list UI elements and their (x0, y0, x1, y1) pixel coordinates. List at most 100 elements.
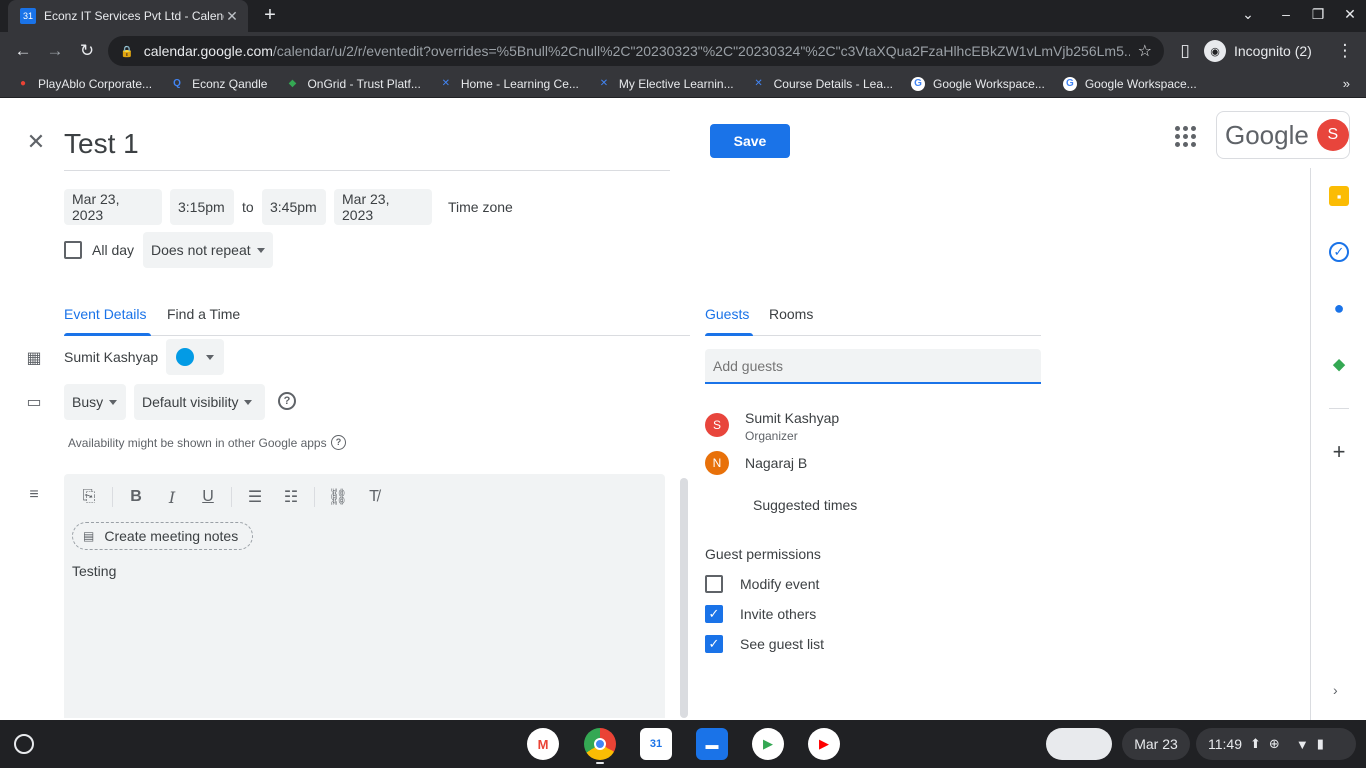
bulleted-list-icon[interactable]: ☷ (278, 484, 304, 510)
reload-icon[interactable]: ↻ (76, 40, 98, 62)
description-text[interactable]: Testing (72, 563, 116, 579)
bookmark-label: Home - Learning Ce... (460, 76, 579, 91)
event-title-input[interactable] (64, 122, 670, 160)
end-time-button[interactable]: 3:45pm (262, 189, 326, 225)
caret-down-icon (206, 354, 214, 360)
guest-avatar: S (705, 413, 729, 437)
italic-icon[interactable]: I (159, 484, 185, 510)
incognito-profile[interactable]: ◉ Incognito (2) (1204, 38, 1312, 64)
minimize-icon[interactable]: – (1276, 6, 1296, 22)
calendar-app-icon[interactable]: 31 (640, 728, 672, 760)
numbered-list-icon[interactable]: ☰ (242, 484, 268, 510)
status-tray[interactable]: 11:49 ⬆ ⊕ ▼ ▮ (1196, 728, 1356, 760)
back-icon[interactable]: ← (12, 40, 34, 62)
save-button[interactable]: Save (710, 124, 790, 158)
contacts-icon[interactable]: ● (1329, 298, 1349, 318)
lock-icon: 🔒 (120, 45, 134, 58)
tab-strip: 31 Econz IT Services Pvt Ltd - Calendar … (0, 0, 1366, 32)
bookmark-item[interactable]: G Google Workspace... (1062, 76, 1197, 91)
gmail-icon[interactable]: M (527, 728, 559, 760)
youtube-icon[interactable]: ▶ (808, 728, 840, 760)
tote-icon[interactable] (1046, 728, 1112, 760)
google-apps-icon[interactable] (1172, 123, 1196, 147)
time-zone-button[interactable]: Time zone (448, 199, 513, 215)
account-box[interactable]: Google S (1216, 111, 1350, 159)
chrome-icon[interactable] (584, 728, 616, 760)
create-meeting-notes-button[interactable]: ▤ Create meeting notes (72, 522, 254, 550)
bookmark-star-icon[interactable]: ☆ (1138, 41, 1152, 61)
add-addon-icon[interactable]: + (1329, 441, 1349, 463)
browser-tab[interactable]: 31 Econz IT Services Pvt Ltd - Calendar … (8, 0, 248, 32)
bookmark-label: My Elective Learnin... (618, 76, 734, 91)
invite-others-checkbox[interactable]: ✓ (705, 605, 723, 623)
files-icon[interactable]: ▬ (696, 728, 728, 760)
address-bar[interactable]: 🔒 calendar.google.com/calendar/u/2/r/eve… (108, 36, 1164, 66)
event-title-field[interactable] (64, 122, 670, 171)
bold-icon[interactable]: B (123, 484, 149, 510)
close-icon[interactable]: ✕ (24, 130, 48, 154)
caret-down-icon (244, 399, 253, 405)
busy-dropdown[interactable]: Busy (64, 384, 126, 420)
visibility-dropdown[interactable]: Default visibility (134, 384, 265, 420)
chevron-right-icon[interactable]: › (1333, 682, 1338, 698)
underline-icon[interactable]: U (195, 484, 221, 510)
see-guest-list-checkbox[interactable]: ✓ (705, 635, 723, 653)
link-icon[interactable]: ⛓ (325, 484, 351, 510)
restore-icon[interactable]: ❐ (1308, 6, 1328, 23)
tab-rooms[interactable]: Rooms (769, 306, 813, 322)
guest-name[interactable]: Nagaraj B (745, 455, 807, 471)
all-day-checkbox[interactable] (64, 241, 82, 259)
attachment-icon[interactable]: ⎘ (76, 484, 102, 510)
tab-close-icon[interactable]: ✕ (224, 8, 240, 25)
modify-event-label: Modify event (740, 576, 820, 592)
tab-search-icon[interactable]: ⌄ (1238, 6, 1258, 23)
availability-help-icon[interactable]: ? (331, 435, 346, 450)
bookmark-item[interactable]: Q Econz Qandle (170, 77, 267, 91)
bookmark-item[interactable]: ✕ Home - Learning Ce... (439, 77, 579, 91)
maps-icon[interactable]: ⬥ (1329, 354, 1349, 374)
tab-event-details[interactable]: Event Details (64, 306, 146, 322)
help-icon[interactable]: ? (278, 392, 296, 410)
google-icon: G (911, 76, 925, 91)
date-pill[interactable]: Mar 23 (1122, 728, 1190, 760)
modify-event-checkbox[interactable] (705, 575, 723, 593)
bookmark-item[interactable]: ● PlayAblo Corporate... (16, 77, 152, 91)
repeat-label: Does not repeat (151, 242, 251, 258)
suggested-times-button[interactable]: Suggested times (753, 497, 857, 513)
description-editor[interactable]: ⎘ B I U ☰ ☷ ⛓ T̸ ▤ Create meeting notes … (64, 474, 665, 718)
guest-name[interactable]: Sumit Kashyap (745, 410, 839, 426)
bookmark-item[interactable]: ✕ Course Details - Lea... (752, 77, 893, 91)
window-close-icon[interactable]: ✕ (1340, 6, 1360, 23)
guest-avatar: N (705, 451, 729, 475)
keep-icon[interactable]: ▪ (1329, 186, 1349, 206)
repeat-dropdown[interactable]: Does not repeat (143, 232, 273, 268)
start-date-button[interactable]: Mar 23, 2023 (64, 189, 162, 225)
bookmark-label: Econz Qandle (192, 76, 268, 91)
tab-find-a-time[interactable]: Find a Time (167, 306, 240, 322)
start-time-button[interactable]: 3:15pm (170, 189, 234, 225)
remove-formatting-icon[interactable]: T̸ (361, 484, 387, 510)
bookmarks-bar: ● PlayAblo Corporate... Q Econz Qandle ◆ OnGr… (0, 70, 1366, 98)
forward-icon[interactable]: → (44, 40, 66, 62)
avatar[interactable]: S (1316, 119, 1349, 151)
launcher-icon[interactable] (14, 734, 34, 754)
color-dropdown[interactable] (166, 339, 224, 375)
bookmark-label: Google Workspace... (1084, 76, 1197, 91)
new-tab-icon[interactable]: + (258, 4, 282, 28)
bookmark-item[interactable]: G Google Workspace... (911, 76, 1045, 91)
more-bookmarks-icon[interactable]: » (1343, 76, 1350, 91)
end-date-button[interactable]: Mar 23, 2023 (334, 189, 432, 225)
browser-menu-icon[interactable]: ⋮ (1334, 40, 1356, 62)
url-host: calendar.google.com (143, 43, 273, 59)
tasks-icon[interactable]: ✓ (1329, 242, 1349, 262)
scrollbar[interactable] (680, 478, 688, 718)
add-guests-input[interactable] (705, 349, 1041, 382)
tab-guests[interactable]: Guests (705, 306, 749, 322)
bookmark-item[interactable]: ◆ OnGrid - Trust Platf... (285, 77, 421, 91)
side-panel-icon[interactable]: ▯ (1174, 40, 1196, 62)
add-guests-field[interactable] (705, 349, 1041, 384)
bookmark-item[interactable]: ✕ My Elective Learnin... (597, 77, 734, 91)
play-store-icon[interactable]: ▶ (752, 728, 784, 760)
guest-tabs: Guests Rooms (705, 296, 1041, 336)
busy-label: Busy (72, 394, 104, 410)
